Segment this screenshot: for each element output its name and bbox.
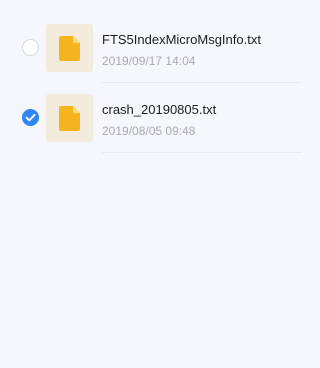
checkbox-checked-icon[interactable]: [22, 109, 39, 126]
file-name: crash_20190805.txt: [102, 102, 217, 117]
file-thumbnail: [46, 94, 93, 142]
document-icon: [59, 36, 80, 61]
file-date: 2019/09/17 14:04: [102, 54, 196, 68]
checkbox-unchecked-icon[interactable]: [22, 39, 39, 56]
file-list: FTS5IndexMicroMsgInfo.txt 2019/09/17 14:…: [0, 0, 320, 153]
file-date: 2019/08/05 09:48: [102, 124, 196, 138]
file-thumbnail: [46, 24, 93, 72]
file-name: FTS5IndexMicroMsgInfo.txt: [102, 32, 261, 47]
document-icon: [59, 106, 80, 131]
file-row[interactable]: crash_20190805.txt 2019/08/05 09:48: [0, 83, 320, 153]
file-row[interactable]: FTS5IndexMicroMsgInfo.txt 2019/09/17 14:…: [0, 13, 320, 83]
checkmark-icon: [25, 113, 36, 122]
row-divider: [102, 152, 302, 153]
